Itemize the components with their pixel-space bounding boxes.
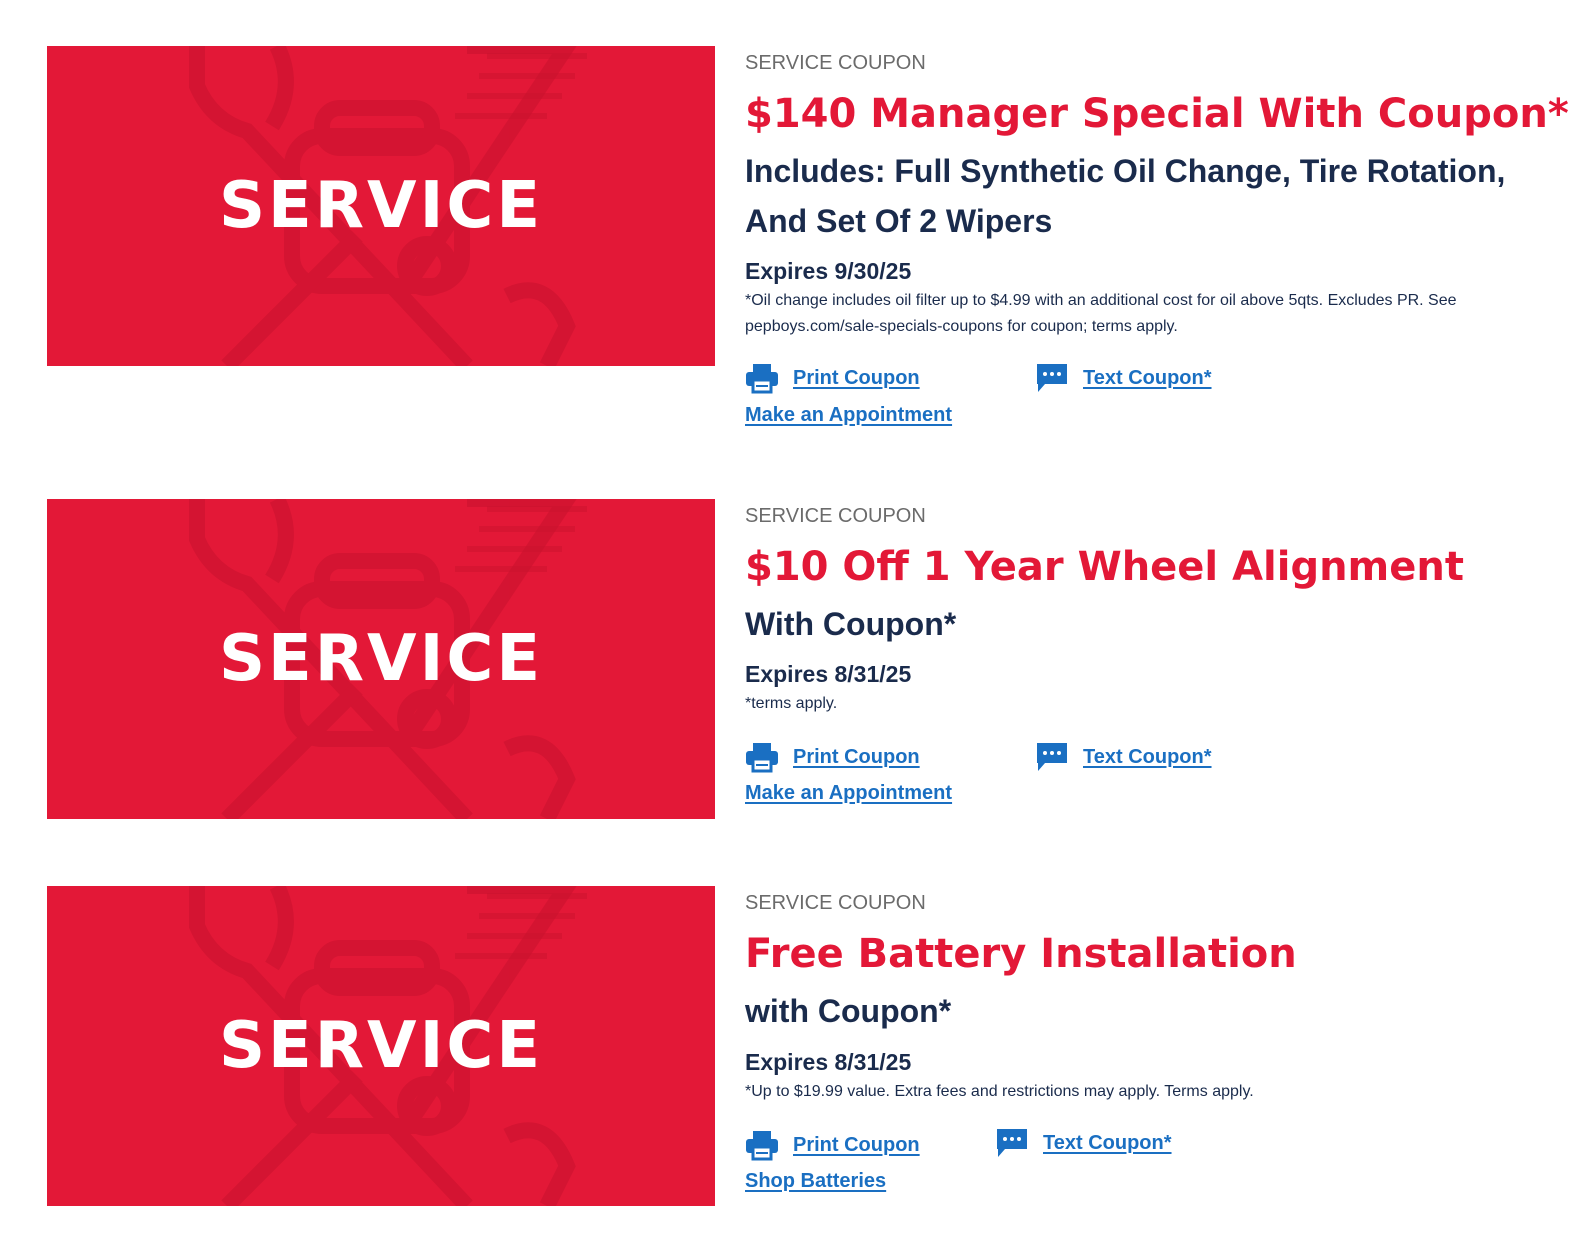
service-banner: SERVICE — [47, 886, 715, 1206]
coupon-title: $140 Manager Special With Coupon* — [745, 91, 1569, 137]
print-coupon-button[interactable]: Print Coupon — [745, 362, 920, 394]
printer-icon — [746, 1131, 778, 1161]
banner-title: SERVICE — [218, 622, 544, 696]
coupon-expiration: Expires 8/31/25 — [745, 1049, 912, 1075]
coupon-expiration: Expires 8/31/25 — [745, 661, 912, 687]
print-coupon-label[interactable]: Print Coupon — [793, 746, 920, 769]
printer-icon — [746, 743, 778, 773]
text-coupon-button[interactable]: Text Coupon* — [995, 1127, 1172, 1159]
banner-title: SERVICE — [218, 1009, 544, 1083]
coupon-category: SERVICE COUPON — [745, 52, 926, 74]
chat-bubble-icon — [997, 1129, 1027, 1157]
text-coupon-button[interactable]: Text Coupon* — [1035, 362, 1212, 394]
make-appointment-link[interactable]: Make an Appointment — [745, 781, 952, 805]
service-banner: SERVICE — [47, 46, 715, 366]
print-coupon-button[interactable]: Print Coupon — [745, 741, 920, 773]
coupon-title: Free Battery Installation — [745, 931, 1297, 977]
service-banner: SERVICE — [47, 499, 715, 819]
banner-title: SERVICE — [218, 169, 544, 243]
shop-batteries-link[interactable]: Shop Batteries — [745, 1169, 886, 1193]
coupon-subtitle: with Coupon* — [745, 993, 952, 1029]
text-coupon-button[interactable]: Text Coupon* — [1035, 741, 1212, 773]
coupon-subtitle: With Coupon* — [745, 606, 957, 642]
print-coupon-label[interactable]: Print Coupon — [793, 1134, 920, 1157]
coupon-terms: *Up to $19.99 value. Extra fees and rest… — [745, 1083, 1254, 1100]
coupon-terms: *Oil change includes oil filter up to $4… — [745, 292, 1457, 335]
chat-bubble-icon — [1037, 743, 1067, 771]
coupon-title: $10 Off 1 Year Wheel Alignment — [745, 544, 1464, 590]
print-coupon-label[interactable]: Print Coupon — [793, 367, 920, 390]
coupon-category: SERVICE COUPON — [745, 892, 926, 914]
coupon-card: SERVICE SERVICE COUPON $10 Off 1 Year Wh… — [0, 499, 1576, 839]
coupon-card: SERVICE SERVICE COUPON Free Battery Inst… — [0, 886, 1576, 1226]
printer-icon — [746, 364, 778, 394]
chat-bubble-icon — [1037, 364, 1067, 392]
text-coupon-label[interactable]: Text Coupon* — [1083, 746, 1212, 769]
coupon-category: SERVICE COUPON — [745, 505, 926, 527]
text-coupon-label[interactable]: Text Coupon* — [1083, 367, 1212, 390]
coupon-terms: *terms apply. — [745, 695, 838, 712]
coupon-subtitle: Includes: Full Synthetic Oil Change, Tir… — [745, 153, 1506, 239]
text-coupon-label[interactable]: Text Coupon* — [1043, 1132, 1172, 1155]
make-appointment-link[interactable]: Make an Appointment — [745, 403, 952, 427]
coupon-expiration: Expires 9/30/25 — [745, 258, 912, 284]
print-coupon-button[interactable]: Print Coupon — [745, 1129, 920, 1161]
coupon-card: SERVICE SERVICE COUPON $140 Manager Spec… — [0, 46, 1576, 446]
